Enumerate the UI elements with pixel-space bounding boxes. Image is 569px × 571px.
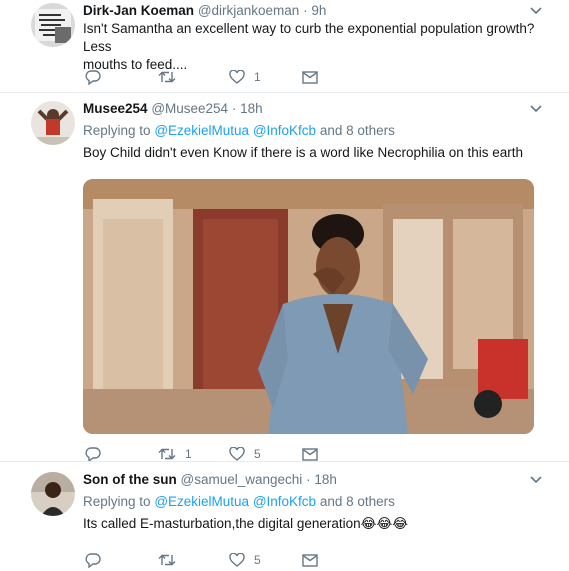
- like-count: 5: [254, 447, 261, 461]
- tweet-text: Its called E-masturbation,the digital ge…: [83, 515, 408, 533]
- envelope-icon: [302, 447, 318, 461]
- like-button[interactable]: 5: [229, 549, 261, 571]
- replying-to-label: Replying to: [83, 494, 151, 509]
- direct-message-button[interactable]: [302, 66, 318, 88]
- reply-button[interactable]: [85, 66, 101, 88]
- tweet-samuel-wangechi[interactable]: Son of the sun @samuel_wangechi · 18h Re…: [0, 462, 569, 568]
- tweet-photo[interactable]: [83, 179, 534, 434]
- user-handle[interactable]: @samuel_wangechi: [181, 472, 303, 487]
- tweet-text-line: Isn't Samantha an excellent way to curb …: [83, 21, 535, 54]
- tweet-text-body: Its called E-masturbation,the digital ge…: [83, 516, 361, 531]
- emoji-laughing: 😂😂😂: [360, 516, 408, 531]
- reply-icon: [85, 447, 101, 462]
- tweet-header: Son of the sun @samuel_wangechi · 18h: [83, 471, 337, 489]
- replying-to: Replying to @EzekielMutua @InfoKfcb and …: [83, 122, 395, 140]
- display-name[interactable]: Musee254: [83, 101, 148, 116]
- like-button[interactable]: 1: [229, 66, 261, 88]
- timestamp[interactable]: 9h: [311, 3, 326, 18]
- envelope-icon: [302, 70, 318, 84]
- replying-to: Replying to @EzekielMutua @InfoKfcb and …: [83, 493, 395, 511]
- heart-icon: [229, 447, 245, 461]
- display-name[interactable]: Son of the sun: [83, 472, 177, 487]
- mention-link[interactable]: @EzekielMutua: [154, 123, 249, 138]
- timestamp[interactable]: 18h: [314, 472, 337, 487]
- reply-button[interactable]: [85, 549, 101, 571]
- others-link[interactable]: and 8 others: [320, 494, 395, 509]
- mention-link[interactable]: @EzekielMutua: [154, 494, 249, 509]
- tweet-dirkjankoeman[interactable]: Dirk-Jan Koeman @dirkjankoeman · 9h Isn'…: [0, 0, 569, 92]
- user-handle[interactable]: @Musee254: [151, 101, 228, 116]
- avatar[interactable]: [31, 101, 75, 145]
- tweet-text: Boy Child didn't even Know if there is a…: [83, 145, 524, 160]
- like-count: 1: [254, 70, 261, 84]
- mention-link[interactable]: @InfoKfcb: [253, 123, 316, 138]
- tweet-header: Musee254 @Musee254 · 18h: [83, 100, 263, 118]
- tweet-actions: 1: [83, 66, 543, 88]
- retweet-button[interactable]: [158, 549, 176, 571]
- retweet-count: 1: [185, 447, 192, 461]
- tweet-header: Dirk-Jan Koeman @dirkjankoeman · 9h: [83, 2, 326, 20]
- avatar[interactable]: [31, 472, 75, 516]
- heart-icon: [229, 70, 245, 84]
- chevron-down-icon[interactable]: [527, 4, 545, 18]
- avatar[interactable]: [31, 3, 75, 47]
- separator-dot: ·: [303, 3, 308, 18]
- chevron-down-icon[interactable]: [527, 102, 545, 116]
- replying-to-label: Replying to: [83, 123, 151, 138]
- tweet-musee254[interactable]: Musee254 @Musee254 · 18h Replying to @Ez…: [0, 93, 569, 462]
- tweet-actions: 5: [83, 549, 543, 571]
- display-name[interactable]: Dirk-Jan Koeman: [83, 3, 194, 18]
- retweet-icon: [158, 71, 176, 83]
- separator-dot: ·: [306, 472, 311, 487]
- timestamp[interactable]: 18h: [240, 101, 263, 116]
- reply-icon: [85, 70, 101, 85]
- separator-dot: ·: [231, 101, 237, 116]
- retweet-icon: [158, 448, 176, 460]
- others-link[interactable]: and 8 others: [320, 123, 395, 138]
- mention-link[interactable]: @InfoKfcb: [253, 494, 316, 509]
- user-handle[interactable]: @dirkjankoeman: [198, 3, 300, 18]
- direct-message-button[interactable]: [302, 549, 318, 571]
- retweet-button[interactable]: [158, 66, 176, 88]
- reply-icon: [85, 553, 101, 568]
- chevron-down-icon[interactable]: [527, 473, 545, 487]
